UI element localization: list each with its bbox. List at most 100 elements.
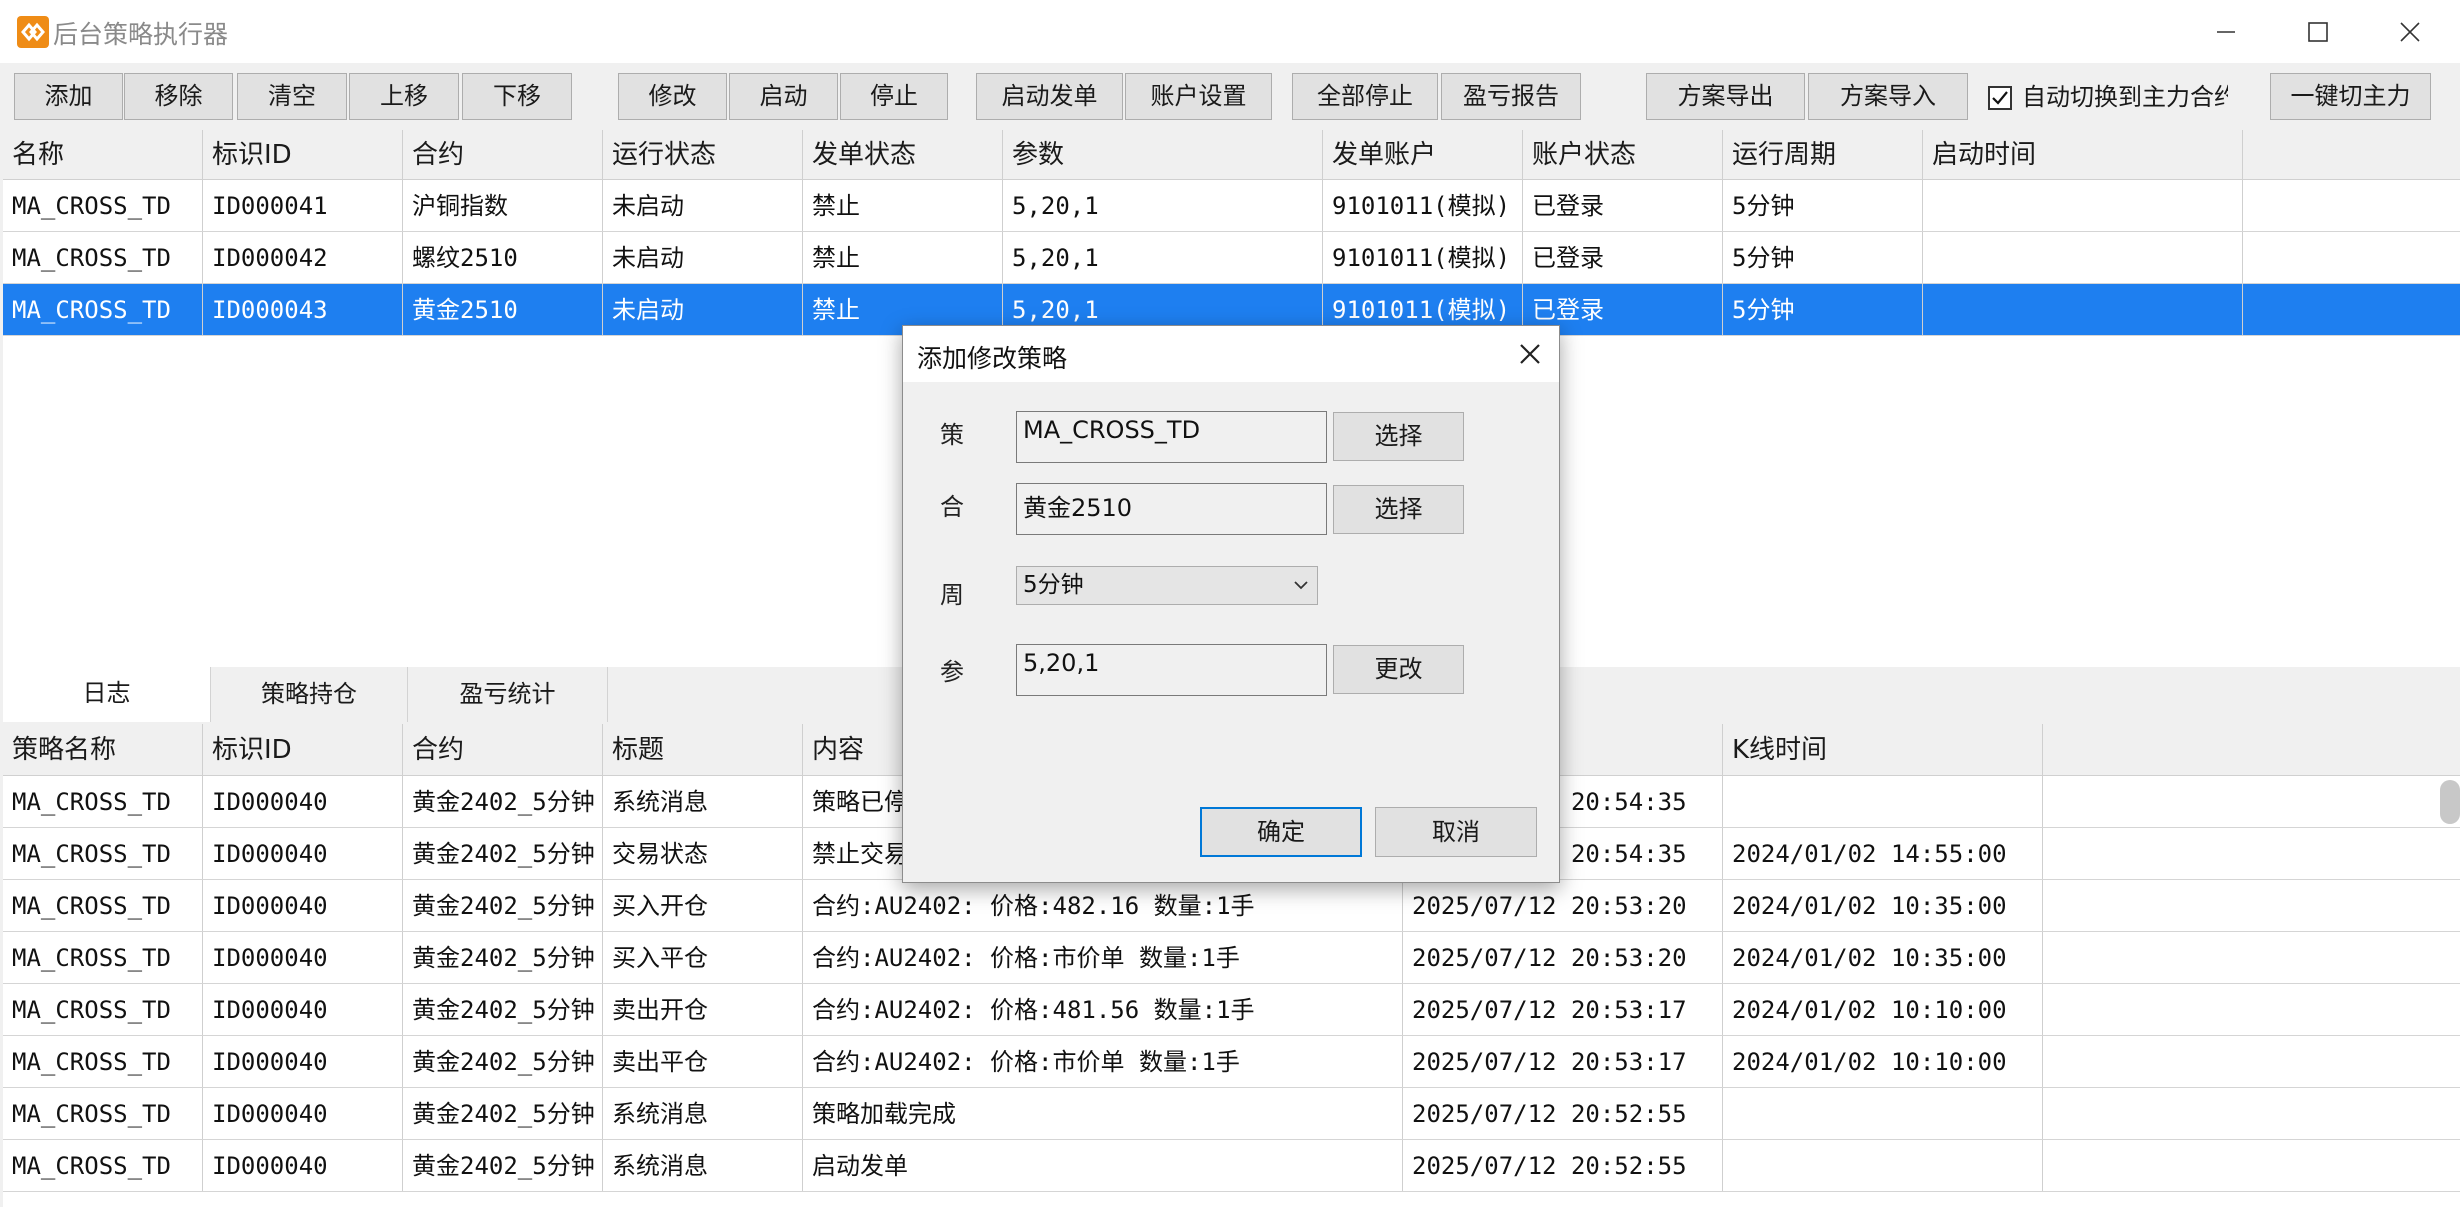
tab-pnl-stats[interactable]: 盈亏统计 — [408, 667, 608, 722]
cell-empty — [2043, 776, 2460, 827]
list-item[interactable]: MA_CROSS_TD ID000040 黄金2402_5分钟 买入开仓 合约:AU24… — [3, 880, 2460, 932]
cell-contract: 黄金2402_5分钟 — [403, 880, 603, 931]
import-scheme-button[interactable]: 方案导入 — [1808, 73, 1968, 120]
cell-title: 买入开仓 — [603, 880, 803, 931]
maximize-button[interactable] — [2272, 0, 2364, 63]
dialog-close-button[interactable] — [1515, 339, 1545, 369]
cell-start-time — [1923, 284, 2243, 335]
ok-button[interactable]: 确定 — [1200, 807, 1362, 857]
column-header-start-time[interactable]: 启动时间 — [1923, 130, 2243, 179]
cell-strategy-name: MA_CROSS_TD — [3, 1036, 203, 1087]
account-settings-button[interactable]: 账户设置 — [1125, 73, 1272, 120]
column-header-log-contract[interactable]: 合约 — [403, 724, 603, 775]
cell-empty — [2043, 1036, 2460, 1087]
cell-empty — [2043, 1088, 2460, 1139]
contract-label: 合 — [940, 493, 964, 521]
cell-empty — [2243, 232, 2460, 283]
cell-id: ID000040 — [203, 1088, 403, 1139]
auto-switch-label: 自动切换到主力合约 — [2022, 83, 2228, 111]
list-item[interactable]: MA_CROSS_TD ID000040 黄金2402_5分钟 卖出平仓 合约:AU24… — [3, 1036, 2460, 1088]
column-header-contract[interactable]: 合约 — [403, 130, 603, 179]
cell-kline-time: 2024/01/02 10:10:00 — [1723, 984, 2043, 1035]
list-item[interactable]: MA_CROSS_TD ID000040 黄金2402_5分钟 系统消息 启动发单 202… — [3, 1140, 2460, 1192]
column-header-id[interactable]: 标识ID — [203, 130, 403, 179]
table-row[interactable]: MA_CROSS_TD ID000041 沪铜指数 未启动 禁止 5,20,1 910101… — [3, 180, 2460, 232]
param-input[interactable]: 5,20,1 — [1016, 644, 1327, 696]
select-strategy-button[interactable]: 选择 — [1333, 412, 1464, 461]
strategy-input[interactable]: MA_CROSS_TD — [1016, 411, 1327, 463]
list-item[interactable]: MA_CROSS_TD ID000040 黄金2402_5分钟 卖出开仓 合约:AU24… — [3, 984, 2460, 1036]
cell-run-status: 未启动 — [603, 284, 803, 335]
move-down-button[interactable]: 下移 — [462, 73, 572, 120]
column-header-strategy-name[interactable]: 策略名称 — [3, 724, 203, 775]
clear-button[interactable]: 清空 — [237, 73, 347, 120]
column-header-empty — [2243, 130, 2460, 179]
cell-run-status: 未启动 — [603, 180, 803, 231]
cell-contract: 黄金2402_5分钟 — [403, 776, 603, 827]
cell-strategy-name: MA_CROSS_TD — [3, 1140, 203, 1191]
stop-button[interactable]: 停止 — [840, 73, 948, 120]
cell-strategy-name: MA_CROSS_TD — [3, 828, 203, 879]
auto-switch-main-checkbox[interactable]: 自动切换到主力合约 — [1988, 79, 2228, 115]
contract-input[interactable]: 黄金2510 — [1016, 483, 1327, 535]
column-header-empty — [2043, 724, 2460, 775]
cancel-button[interactable]: 取消 — [1375, 807, 1537, 857]
cell-title: 系统消息 — [603, 776, 803, 827]
change-param-button[interactable]: 更改 — [1333, 645, 1464, 694]
cell-id: ID000040 — [203, 984, 403, 1035]
cell-period: 5分钟 — [1723, 232, 1923, 283]
cell-time: 2025/07/12 20:52:55 — [1403, 1140, 1723, 1191]
column-header-run-status[interactable]: 运行状态 — [603, 130, 803, 179]
cell-id: ID000040 — [203, 776, 403, 827]
app-logo-icon — [17, 16, 49, 48]
column-header-log-id[interactable]: 标识ID — [203, 724, 403, 775]
tab-log[interactable]: 日志 — [3, 667, 211, 722]
export-scheme-button[interactable]: 方案导出 — [1646, 73, 1805, 120]
period-select-value: 5分钟 — [1023, 572, 1084, 598]
cell-kline-time: 2024/01/02 14:55:00 — [1723, 828, 2043, 879]
log-scrollbar-thumb[interactable] — [2440, 780, 2460, 824]
start-button[interactable]: 启动 — [729, 73, 838, 120]
column-header-account-status[interactable]: 账户状态 — [1523, 130, 1723, 179]
column-header-title[interactable]: 标题 — [603, 724, 803, 775]
list-item[interactable]: MA_CROSS_TD ID000040 黄金2402_5分钟 系统消息 策略加载完成 2… — [3, 1088, 2460, 1140]
add-button[interactable]: 添加 — [14, 73, 123, 120]
cell-content: 启动发单 — [803, 1140, 1403, 1191]
list-item[interactable]: MA_CROSS_TD ID000040 黄金2402_5分钟 买入平仓 合约:AU24… — [3, 932, 2460, 984]
minimize-button[interactable] — [2180, 0, 2272, 63]
modify-button[interactable]: 修改 — [618, 73, 727, 120]
cell-id: ID000043 — [203, 284, 403, 335]
cell-account-status: 已登录 — [1523, 180, 1723, 231]
cell-account-status: 已登录 — [1523, 232, 1723, 283]
column-header-params[interactable]: 参数 — [1003, 130, 1323, 179]
pnl-report-button[interactable]: 盈亏报告 — [1441, 73, 1581, 120]
table-row[interactable]: MA_CROSS_TD ID000042 螺纹2510 未启动 禁止 5,20,1 9101… — [3, 232, 2460, 284]
move-up-button[interactable]: 上移 — [349, 73, 459, 120]
cell-id: ID000042 — [203, 232, 403, 283]
close-icon — [1520, 344, 1540, 364]
cell-empty — [2043, 1140, 2460, 1191]
cell-time: 2025/07/12 20:53:20 — [1403, 880, 1723, 931]
column-header-account[interactable]: 发单账户 — [1323, 130, 1523, 179]
checkbox-box[interactable] — [1988, 86, 2012, 110]
tab-strategy-positions[interactable]: 策略持仓 — [211, 667, 408, 722]
remove-button[interactable]: 移除 — [124, 73, 233, 120]
column-header-kline-time[interactable]: K线时间 — [1723, 724, 2043, 775]
cell-contract: 黄金2402_5分钟 — [403, 984, 603, 1035]
period-select[interactable]: 5分钟 — [1016, 566, 1318, 605]
app-window: 后台策略执行器 添加 移除 清空 上移 下移 修改 启动 停止 启动发单 账户设… — [0, 0, 2460, 1207]
cell-empty — [2043, 880, 2460, 931]
cell-strategy-name: MA_CROSS_TD — [3, 880, 203, 931]
one-click-switch-main-button[interactable]: 一键切主力 — [2270, 73, 2431, 120]
cell-time: 2025/07/12 20:53:20 — [1403, 932, 1723, 983]
cell-strategy-name: MA_CROSS_TD — [3, 984, 203, 1035]
stop-all-button[interactable]: 全部停止 — [1292, 73, 1438, 120]
start-ordering-button[interactable]: 启动发单 — [976, 73, 1123, 120]
column-header-period[interactable]: 运行周期 — [1723, 130, 1923, 179]
column-header-order-status[interactable]: 发单状态 — [803, 130, 1003, 179]
select-contract-button[interactable]: 选择 — [1333, 485, 1464, 534]
column-header-name[interactable]: 名称 — [3, 130, 203, 179]
cell-period: 5分钟 — [1723, 284, 1923, 335]
close-window-button[interactable] — [2364, 0, 2456, 63]
cell-params: 5,20,1 — [1003, 180, 1323, 231]
